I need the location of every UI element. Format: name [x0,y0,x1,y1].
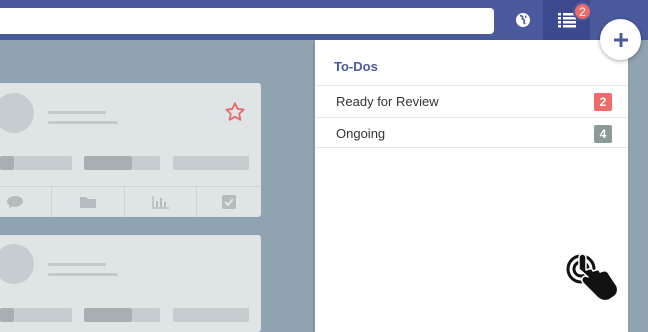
placeholder-pill [173,156,249,170]
todos-count-badge: 2 [573,2,592,21]
add-button[interactable] [600,19,641,60]
placeholder-pill [132,156,160,170]
checkbox-icon [222,195,236,209]
placeholder-pill [0,156,14,170]
panel-title: To-Dos [334,59,378,74]
placeholder-line [48,111,106,114]
star-icon[interactable] [224,101,246,128]
placeholder-line [48,263,106,266]
placeholder-pill [14,156,72,170]
placeholder-pill [173,308,249,322]
globe-icon [516,13,530,27]
comment-action[interactable] [0,187,51,217]
comment-icon [7,196,23,208]
avatar [0,244,34,284]
todo-item-label: Ready for Review [336,94,439,109]
folder-action[interactable] [51,187,123,217]
chart-icon [151,196,169,209]
plus-icon [613,32,628,47]
todo-item-label: Ongoing [336,126,386,141]
top-navigation-bar: 2 [0,0,648,40]
post-card [0,83,261,217]
check-action[interactable] [196,187,261,217]
folder-icon [79,197,96,208]
search-input[interactable] [0,8,494,34]
chart-action[interactable] [124,187,196,217]
todo-item-ready-for-review[interactable]: Ready for Review 2 [315,85,628,116]
placeholder-pill [84,156,132,170]
tap-cursor-icon [562,250,622,309]
placeholder-pill [84,308,132,322]
todo-item-ongoing[interactable]: Ongoing 4 [315,117,628,148]
todo-item-count-badge: 4 [594,125,612,143]
placeholder-pill [0,308,14,322]
placeholder-line [48,273,118,276]
post-card [0,235,261,332]
placeholder-pill [132,308,160,322]
globe-button[interactable] [509,8,537,32]
todo-item-count-badge: 2 [594,93,612,111]
placeholder-line [48,121,118,124]
placeholder-pill [14,308,72,322]
avatar [0,93,34,133]
